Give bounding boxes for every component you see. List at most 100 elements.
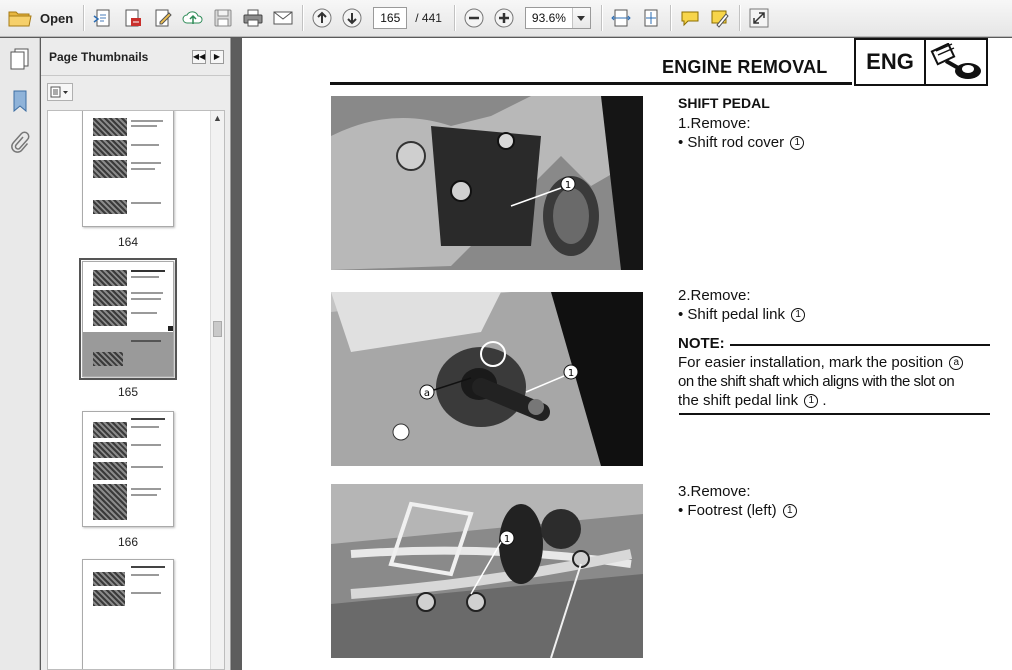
thumbnail-image bbox=[93, 590, 125, 606]
toolbar-separator bbox=[453, 5, 455, 31]
thumbnail-text bbox=[131, 162, 161, 164]
chevron-right-icon: ▶ bbox=[213, 52, 221, 61]
page-header-title: ENGINE REMOVAL bbox=[662, 57, 828, 77]
zoom-out-button[interactable] bbox=[459, 3, 489, 33]
resize-handle[interactable] bbox=[168, 326, 173, 331]
thumbnail-image bbox=[93, 200, 127, 214]
section-title: SHIFT PEDAL bbox=[678, 94, 770, 113]
comment-button[interactable] bbox=[675, 3, 705, 33]
save-button[interactable] bbox=[208, 3, 238, 33]
page-number-input[interactable]: 165 bbox=[373, 7, 408, 29]
expand-button[interactable] bbox=[744, 3, 774, 33]
print-button[interactable] bbox=[238, 3, 268, 33]
scroll-up-icon[interactable]: ▲ bbox=[213, 113, 222, 123]
photo-shift-rod-cover: 1 bbox=[331, 96, 643, 270]
expand-panel-button[interactable]: ▶ bbox=[210, 49, 224, 64]
panel-title: Page Thumbnails bbox=[49, 49, 149, 64]
toolbar-separator bbox=[669, 5, 671, 31]
thumbnail-text bbox=[131, 270, 165, 272]
highlight-button[interactable] bbox=[705, 3, 735, 33]
fit-width-button[interactable] bbox=[606, 3, 636, 33]
thumbnail-page bbox=[82, 411, 174, 527]
step-1-item-text: • Shift rod cover bbox=[678, 134, 785, 151]
plus-circle-icon bbox=[494, 8, 514, 28]
chevron-down-icon[interactable] bbox=[571, 8, 590, 28]
highlighter-icon bbox=[711, 10, 729, 28]
step-1-title: 1.Remove: bbox=[678, 115, 751, 132]
thumbnail-image bbox=[93, 352, 123, 366]
section-title-text: SHIFT PEDAL bbox=[678, 95, 770, 111]
ref-1-marker: 1 bbox=[804, 394, 819, 409]
note-line-2: on the shift shaft which aligns with the… bbox=[678, 373, 955, 390]
export-pdf-button[interactable] bbox=[118, 3, 148, 33]
pages-panel-button[interactable] bbox=[7, 46, 33, 72]
page-total: / 441 bbox=[415, 11, 442, 25]
create-pdf-icon bbox=[93, 9, 110, 27]
ref-1-marker: 1 bbox=[790, 136, 805, 151]
note-line-3-text: the shift pedal link bbox=[678, 392, 799, 409]
create-pdf-button[interactable] bbox=[88, 3, 118, 33]
previous-page-button[interactable] bbox=[307, 3, 337, 33]
thumbnail-image bbox=[93, 160, 127, 178]
fit-width-icon bbox=[611, 9, 631, 27]
thumbnail-page bbox=[82, 559, 174, 669]
open-button[interactable]: Open bbox=[0, 3, 79, 33]
scrollbar-thumb[interactable] bbox=[213, 321, 222, 337]
thumbnail-text bbox=[131, 426, 159, 428]
thumbnail-text bbox=[131, 168, 155, 170]
collapse-panel-button[interactable]: ◀◀ bbox=[192, 49, 206, 64]
thumbnail-text bbox=[131, 566, 165, 568]
arrow-down-circle-icon bbox=[342, 8, 362, 28]
section-badge: ENG bbox=[854, 38, 988, 86]
zoom-in-button[interactable] bbox=[489, 3, 519, 33]
thumbnail-item-selected[interactable]: 165 bbox=[79, 258, 177, 399]
thumbnail-tools bbox=[41, 76, 230, 108]
bookmarks-panel-button[interactable] bbox=[7, 88, 33, 114]
thumbnail-label: 164 bbox=[117, 235, 139, 249]
callout-a: a bbox=[424, 388, 430, 399]
thumbnail-item[interactable]: 164 bbox=[82, 111, 174, 249]
email-button[interactable] bbox=[268, 3, 298, 33]
thumbnail-text bbox=[131, 488, 161, 490]
envelope-icon bbox=[273, 11, 293, 25]
note-label-text: NOTE: bbox=[678, 335, 725, 352]
thumbnail-image bbox=[93, 310, 127, 326]
step-3-item: • Footrest (left) 1 bbox=[678, 501, 797, 520]
note-top-rule bbox=[730, 344, 990, 346]
thumbnail-page bbox=[82, 111, 174, 227]
fit-page-button[interactable] bbox=[636, 3, 666, 33]
note-end: . bbox=[822, 392, 827, 409]
step-1-item: • Shift rod cover 1 bbox=[678, 133, 805, 152]
photo-shift-pedal-link: 1 a bbox=[331, 292, 643, 466]
save-icon bbox=[214, 9, 232, 27]
thumbnail-text bbox=[131, 340, 161, 342]
document-viewport[interactable]: ENGINE REMOVAL ENG 1 1 a 1 SHIFT PEDAL 1… bbox=[232, 38, 1012, 670]
folder-icon bbox=[8, 11, 32, 27]
step-3-item-text: • Footrest (left) bbox=[678, 502, 777, 519]
thumbnail-text bbox=[131, 298, 161, 300]
thumbnail-item[interactable]: 166 bbox=[82, 411, 174, 549]
thumbnail-scrollbar[interactable]: ▲ bbox=[210, 111, 224, 669]
toolbar-separator bbox=[83, 5, 85, 31]
thumbnail-page bbox=[79, 258, 177, 380]
thumbnail-list: 164 165 166 ▲ bbox=[47, 110, 225, 670]
thumbnail-image bbox=[93, 290, 127, 306]
callout-1: 1 bbox=[568, 368, 574, 379]
zoom-select[interactable]: 93.6% bbox=[524, 7, 591, 29]
thumbnail-text bbox=[131, 312, 157, 314]
next-page-button[interactable] bbox=[337, 3, 367, 33]
thumbnail-text bbox=[131, 466, 163, 468]
thumbnail-text bbox=[131, 276, 159, 278]
thumbnail-item[interactable] bbox=[82, 559, 174, 669]
step-2-item-text: • Shift pedal link bbox=[678, 306, 785, 323]
thumbnail-panel: Page Thumbnails ◀◀ ▶ 164 165 166 ▲ bbox=[41, 38, 231, 670]
zoom-value: 93.6% bbox=[531, 11, 566, 25]
attachments-panel-button[interactable] bbox=[7, 130, 33, 156]
thumbnail-text bbox=[131, 120, 163, 122]
header-rule bbox=[330, 82, 852, 85]
upload-button[interactable] bbox=[178, 3, 208, 33]
thumbnail-image bbox=[93, 572, 125, 586]
pdf-document-icon bbox=[125, 9, 142, 27]
edit-pdf-button[interactable] bbox=[148, 3, 178, 33]
options-button[interactable] bbox=[47, 83, 73, 101]
